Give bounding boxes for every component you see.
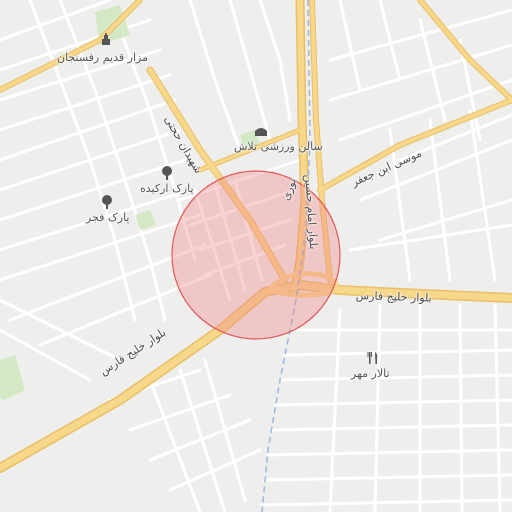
poi-label-talar-mehr[interactable]: تالار مهر: [351, 368, 390, 379]
poi-label-park-orkideh[interactable]: پارک ارکیده: [140, 183, 194, 194]
map-base-layer: [0, 0, 512, 512]
poi-label-cemetery[interactable]: مزار قدیم رفسنجان: [57, 52, 148, 63]
map-canvas[interactable]: مزار قدیم رفسنجان سالن ورزشی تلاش پارک ا…: [0, 0, 512, 512]
park-tree-icon[interactable]: [100, 195, 114, 209]
road-label-khalij-fars-east: بلوار خلیج فارس: [355, 289, 432, 305]
poi-label-sports-hall[interactable]: سالن ورزشی تلاش: [234, 141, 323, 152]
sports-hall-icon[interactable]: [254, 124, 268, 138]
park-tree-icon[interactable]: [160, 166, 174, 180]
restaurant-icon[interactable]: [366, 351, 380, 365]
cemetery-icon[interactable]: [99, 33, 113, 47]
poi-label-park-fajr[interactable]: پارک فجر: [86, 212, 130, 223]
